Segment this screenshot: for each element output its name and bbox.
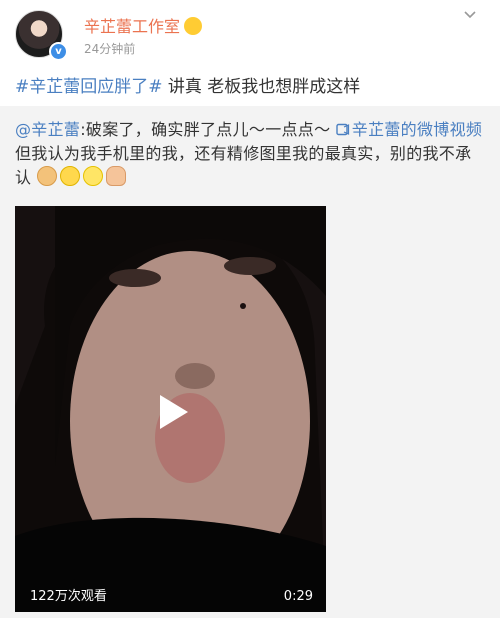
post-header: v 辛芷蕾工作室 24分钟前	[0, 0, 500, 66]
video-duration: 0:29	[283, 589, 313, 604]
author-name-text[interactable]: 辛芷蕾工作室	[84, 17, 180, 36]
thumbs-up-emoji-icon	[105, 166, 126, 186]
video-link-text[interactable]: 辛芷蕾的微博视频	[352, 120, 482, 139]
member-badge-icon	[184, 17, 203, 35]
play-icon[interactable]	[158, 393, 190, 431]
author-name[interactable]: 辛芷蕾工作室	[84, 13, 203, 37]
laugh-cry-emoji-icon	[59, 166, 80, 186]
dog-emoji-icon	[36, 166, 57, 186]
view-count: 122万次观看	[30, 589, 107, 604]
post-text-body: 讲真 老板我也想胖成这样	[162, 77, 361, 97]
repost-text: @辛芷蕾:破案了，确实胖了点儿～一点点～ 辛芷蕾的微博视频 但我认为我手机里的我…	[15, 118, 485, 190]
grin-emoji-icon	[82, 166, 103, 186]
video-link-icon	[336, 123, 349, 136]
post-time: 24分钟前	[84, 42, 136, 56]
mention-link[interactable]: @辛芷蕾	[15, 120, 80, 139]
verified-badge-icon: v	[49, 42, 68, 61]
video-player[interactable]: 122万次观看 0:29	[15, 206, 326, 612]
post-text: #辛芷蕾回应胖了# 讲真 老板我也想胖成这样	[15, 72, 360, 97]
topic-link[interactable]: #辛芷蕾回应胖了#	[15, 77, 163, 97]
video-link[interactable]: 辛芷蕾的微博视频	[336, 120, 482, 139]
repost-text-part-1: :破案了，确实胖了点儿～一点点～	[80, 120, 336, 139]
chevron-down-icon[interactable]	[463, 8, 477, 22]
